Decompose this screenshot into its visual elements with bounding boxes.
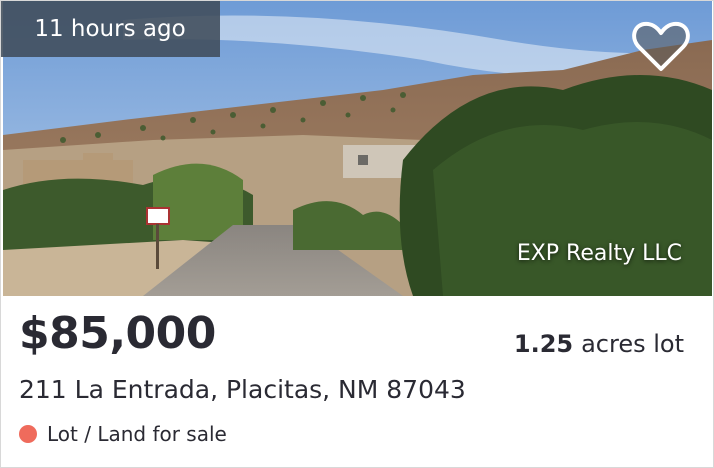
lot-size: 1.25 acres lot [514,330,684,358]
listing-status: Lot / Land for sale [19,422,227,446]
listing-price: $85,000 [19,308,216,359]
lot-size-unit: acres lot [581,330,684,358]
lot-size-value: 1.25 [513,330,574,358]
status-dot-icon [19,425,37,443]
agency-name: EXP Realty LLC [516,241,682,266]
listing-address[interactable]: 211 La Entrada, Placitas, NM 87043 [19,375,466,404]
status-label: Lot / Land for sale [47,422,227,446]
listing-card[interactable]: 11 hours ago EXP Realty LLC $85,000 1.25… [0,0,714,468]
favorite-button[interactable] [630,19,692,75]
heart-icon [632,21,690,71]
time-badge: 11 hours ago [0,0,220,57]
